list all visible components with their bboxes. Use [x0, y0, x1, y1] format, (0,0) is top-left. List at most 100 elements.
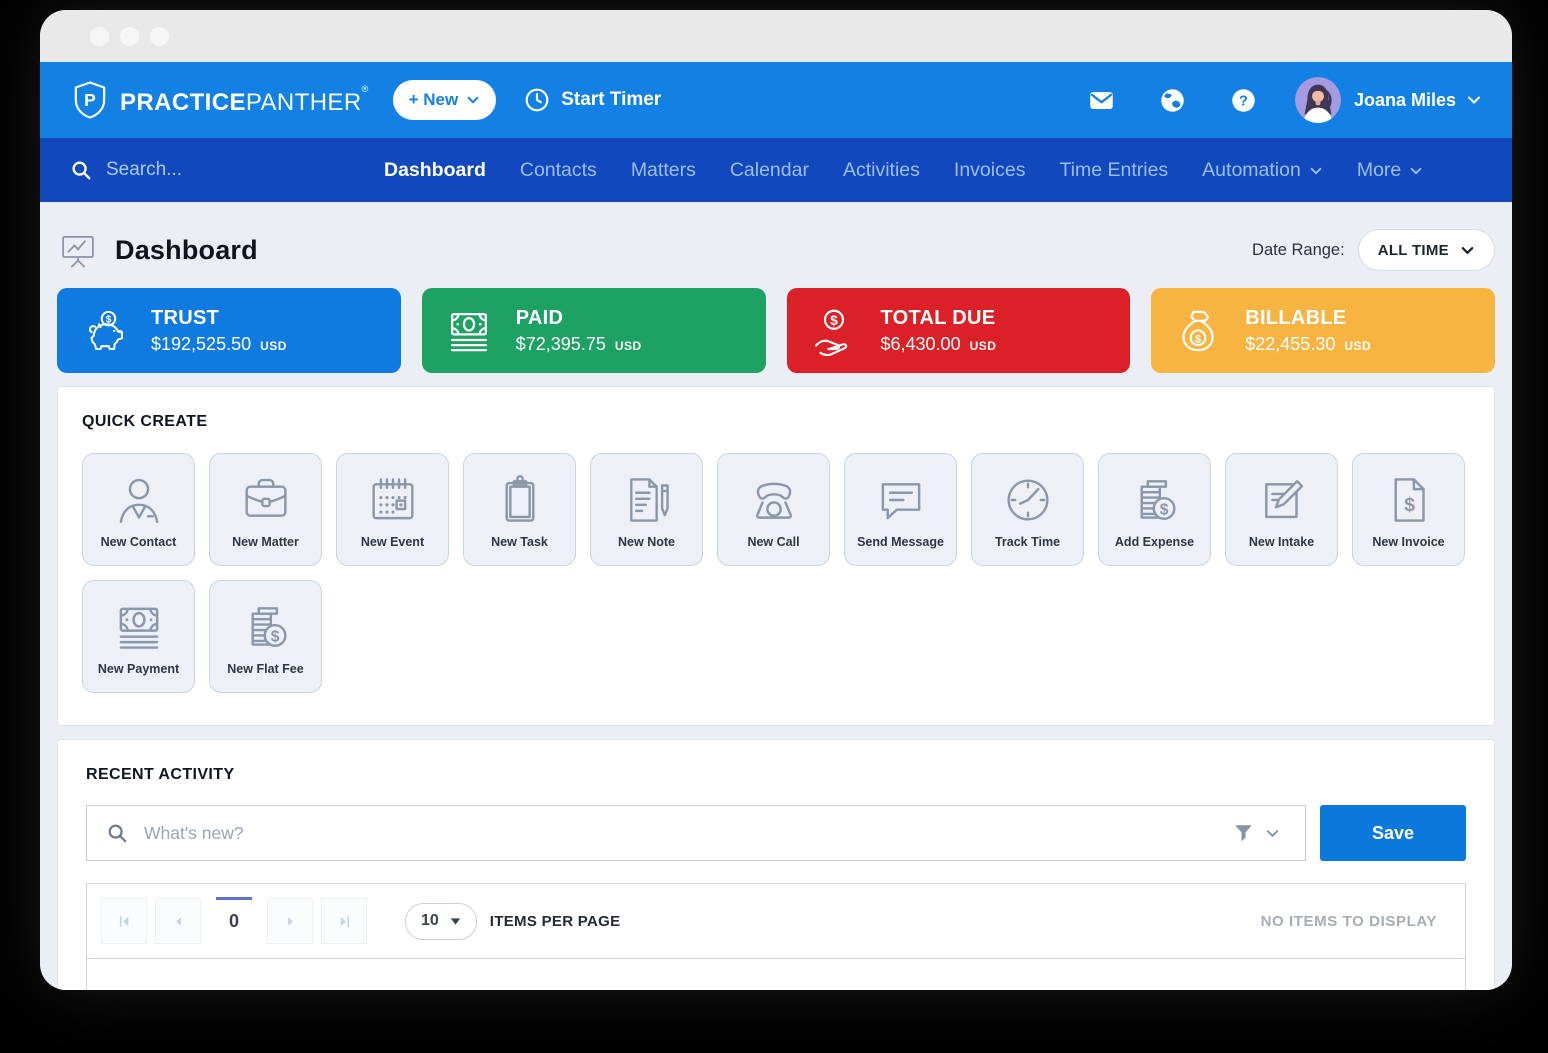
- chevron-down-icon: [1310, 167, 1322, 175]
- filter-control[interactable]: [1227, 823, 1286, 844]
- chat-bubble-icon: [872, 469, 930, 531]
- calendar-icon: [364, 469, 422, 531]
- stat-card-paid[interactable]: PAID $72,395.75 USD: [421, 288, 766, 373]
- empty-message: NO ITEMS TO DISPLAY: [1260, 912, 1437, 930]
- last-page-button[interactable]: [321, 898, 367, 944]
- globe-icon[interactable]: [1159, 87, 1186, 114]
- stat-text: PAID $72,395.75 USD: [516, 307, 642, 355]
- shield-p-logo-icon: P: [74, 81, 106, 119]
- coins-dollar-icon: $: [1126, 469, 1184, 531]
- app-header: P PRACTICEPANTHER® + New Start Timer ? J…: [40, 62, 1512, 138]
- briefcase-icon: [237, 469, 295, 531]
- search-icon: [72, 161, 91, 180]
- nav-item-time-entries[interactable]: Time Entries: [1059, 159, 1168, 182]
- hand-coin-icon: $: [814, 309, 847, 356]
- quick-create-card: QUICK CREATE New Contact New Matter New …: [57, 386, 1495, 726]
- page-heading-row: Dashboard Date Range: ALL TIME: [57, 226, 1495, 274]
- nav-item-matters[interactable]: Matters: [631, 159, 696, 182]
- quick-create-title: QUICK CREATE: [82, 413, 208, 430]
- phone-icon: [745, 469, 803, 531]
- start-timer-button[interactable]: Start Timer: [524, 87, 661, 113]
- activity-grid-toolbar: 0 10 ITEMS PER PAGE NO ITEMS TO DISPLAY: [87, 884, 1465, 959]
- doc-dollar-icon: $: [1380, 469, 1438, 531]
- items-per-page-select[interactable]: 10: [405, 902, 477, 940]
- tile-new-note[interactable]: New Note: [590, 453, 703, 566]
- nav-item-dashboard[interactable]: Dashboard: [384, 159, 486, 182]
- cash-icon: [450, 312, 487, 351]
- stat-label: TRUST: [151, 306, 220, 329]
- tile-new-call[interactable]: New Call: [717, 453, 830, 566]
- activity-grid: 0 10 ITEMS PER PAGE NO ITEMS TO DISPLAY: [86, 883, 1466, 990]
- next-page-button[interactable]: [267, 898, 313, 944]
- tile-new-contact[interactable]: New Contact: [82, 453, 195, 566]
- timer-clock-icon: [525, 88, 549, 112]
- tile-new-intake[interactable]: New Intake: [1225, 453, 1338, 566]
- nav-item-calendar[interactable]: Calendar: [730, 159, 809, 182]
- tile-track-time[interactable]: Track Time: [971, 453, 1084, 566]
- stat-amount: $22,455.30 USD: [1245, 333, 1372, 354]
- tile-new-task[interactable]: New Task: [463, 453, 576, 566]
- tile-new-matter[interactable]: New Matter: [209, 453, 322, 566]
- avatar: [1294, 77, 1341, 123]
- nav-item-contacts[interactable]: Contacts: [520, 159, 597, 182]
- previous-page-icon: [175, 916, 181, 926]
- stat-cards: $ TRUST $192,525.50 USD PAID $72,395.75 …: [57, 288, 1495, 373]
- stat-label: PAID: [515, 306, 564, 329]
- stat-card-total-due[interactable]: $ TOTAL DUE $6,430.00 USD: [786, 288, 1131, 373]
- current-page-highlight: [216, 897, 252, 900]
- cash-icon: [110, 596, 168, 658]
- presentation-chart-icon: [62, 236, 94, 268]
- save-button[interactable]: Save: [1320, 805, 1466, 861]
- stat-amount: $6,430.00 USD: [880, 333, 997, 354]
- nav-item-automation[interactable]: Automation: [1202, 159, 1323, 182]
- stat-card-trust[interactable]: $ TRUST $192,525.50 USD: [57, 288, 401, 373]
- nav-item-more[interactable]: More: [1357, 159, 1423, 182]
- quick-create-tiles: New Contact New Matter New Event New Tas…: [82, 453, 1470, 693]
- caret-down-icon: [450, 917, 461, 925]
- global-search-input[interactable]: [106, 159, 320, 181]
- stat-text: TOTAL DUE $6,430.00 USD: [881, 307, 997, 355]
- page-content: Dashboard Date Range: ALL TIME $ TRUST $…: [40, 202, 1512, 990]
- tile-new-payment[interactable]: New Payment: [82, 580, 195, 693]
- previous-page-button[interactable]: [155, 898, 201, 944]
- note-pen-icon: [618, 469, 676, 531]
- tile-new-event[interactable]: New Event: [336, 453, 449, 566]
- user-menu[interactable]: Joana Miles: [1294, 77, 1482, 123]
- filter-funnel-icon: [1235, 824, 1252, 841]
- svg-text:?: ?: [1239, 93, 1248, 109]
- brand-name: PRACTICEPANTHER®: [120, 83, 369, 116]
- last-page-icon: [340, 915, 349, 927]
- svg-text:$: $: [270, 628, 279, 645]
- chevron-down-icon: [1461, 246, 1474, 254]
- date-range: Date Range: ALL TIME: [1252, 229, 1495, 271]
- tile-new-invoice[interactable]: $ New Invoice: [1352, 453, 1465, 566]
- tile-new-flat-fee[interactable]: $ New Flat Fee: [209, 580, 322, 693]
- activity-search-row: Save: [86, 805, 1466, 861]
- header-actions: ? Joana Miles: [1044, 77, 1482, 123]
- chevron-down-icon: [1410, 167, 1422, 175]
- svg-text:$: $: [1404, 494, 1415, 515]
- money-bag-icon: $: [1182, 310, 1214, 351]
- nav-item-activities[interactable]: Activities: [843, 159, 920, 182]
- mail-icon[interactable]: [1088, 87, 1115, 114]
- user-name: Joana Miles: [1353, 89, 1456, 110]
- stat-currency: USD: [1344, 338, 1372, 353]
- stat-amount: $72,395.75 USD: [515, 333, 642, 354]
- nav-item-invoices[interactable]: Invoices: [954, 159, 1026, 182]
- stat-currency: USD: [260, 338, 287, 353]
- global-search[interactable]: [70, 159, 320, 181]
- help-icon[interactable]: ?: [1230, 87, 1257, 114]
- chevron-down-icon: [1468, 96, 1480, 104]
- practicepanther-logo[interactable]: P PRACTICEPANTHER®: [70, 80, 369, 120]
- window-title-bar: [40, 10, 1512, 62]
- tile-add-expense[interactable]: $ Add Expense: [1098, 453, 1211, 566]
- page-title: Dashboard: [115, 234, 258, 265]
- activity-search-box[interactable]: [86, 805, 1306, 861]
- svg-text:$: $: [1195, 333, 1202, 345]
- date-range-select[interactable]: ALL TIME: [1357, 229, 1495, 271]
- tile-send-message[interactable]: Send Message: [844, 453, 957, 566]
- stat-card-billable[interactable]: $ BILLABLE $22,455.30 USD: [1151, 288, 1495, 373]
- new-button[interactable]: + New: [392, 80, 497, 120]
- first-page-button[interactable]: [101, 898, 147, 944]
- activity-search-input[interactable]: [144, 822, 1227, 844]
